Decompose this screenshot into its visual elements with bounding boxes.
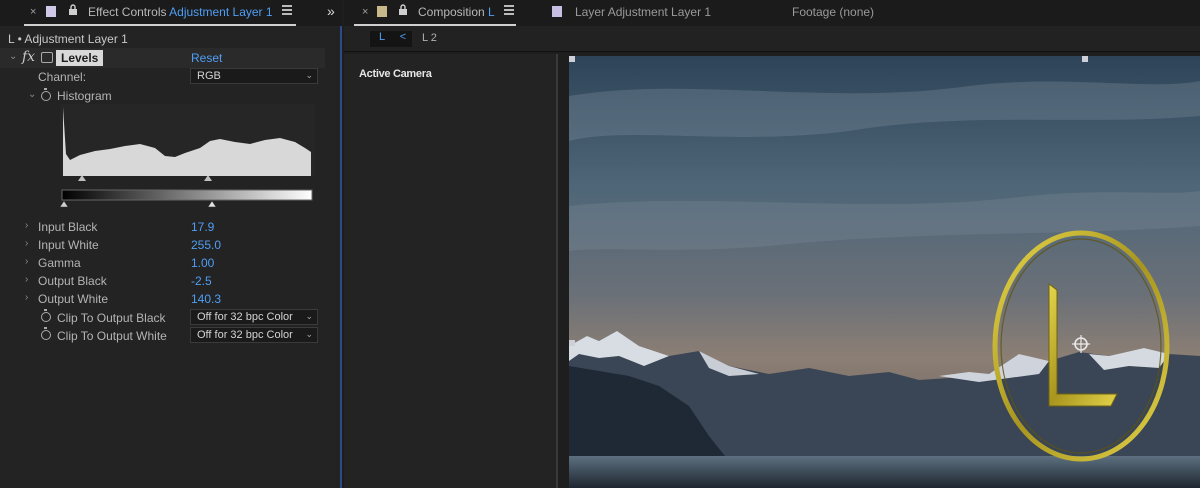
close-tab-icon[interactable]: ×	[30, 6, 36, 18]
histogram-graph[interactable]	[60, 104, 315, 210]
panel-overflow-icon[interactable]: »	[327, 3, 335, 19]
viewer-pasteboard: Active Camera	[344, 54, 556, 488]
flow-current-label: L	[379, 31, 385, 43]
tab-layer[interactable]: Layer Adjustment Layer 1	[575, 5, 711, 19]
clip-black-dropdown[interactable]: Off for 32 bpc Color ⌄	[190, 309, 318, 325]
param-row-output-black: › Output Black -2.5	[0, 272, 325, 290]
clip-black-label: Clip To Output Black	[57, 311, 166, 325]
tab-footage[interactable]: Footage (none)	[792, 5, 874, 19]
label-color-swatch[interactable]	[377, 6, 387, 17]
histogram-label: Histogram	[57, 89, 112, 103]
flow-current-comp[interactable]: L <	[370, 31, 412, 47]
layer-handle-left[interactable]	[569, 340, 575, 346]
clip-white-label: Clip To Output White	[57, 329, 167, 343]
param-label: Output White	[38, 292, 109, 306]
param-value[interactable]: 140.3	[191, 292, 221, 306]
chevron-right-icon[interactable]: ›	[25, 220, 28, 231]
histogram-row: ⌄ Histogram	[0, 87, 325, 105]
param-value[interactable]: -2.5	[191, 274, 212, 288]
chevron-right-icon[interactable]: ›	[25, 256, 28, 267]
lock-icon[interactable]	[68, 4, 78, 15]
chevron-right-icon[interactable]: ›	[25, 274, 28, 285]
chevron-left-icon: <	[399, 31, 407, 43]
tab-effect-controls[interactable]: Effect Controls Adjustment Layer 1	[88, 5, 273, 19]
comp-flow-bar: L < L 2	[344, 26, 1200, 52]
composition-panel: × Composition L Layer Adjustment Layer 1…	[344, 0, 1200, 488]
clip-black-value: Off for 32 bpc Color	[197, 311, 293, 323]
chevron-down-icon: ⌄	[305, 311, 313, 321]
channel-dropdown[interactable]: RGB ⌄	[190, 68, 318, 84]
clip-white-row: Clip To Output White Off for 32 bpc Colo…	[0, 327, 325, 345]
param-value[interactable]: 255.0	[191, 238, 221, 252]
close-tab-icon[interactable]: ×	[362, 6, 368, 18]
chevron-right-icon[interactable]: ›	[25, 238, 28, 249]
tab-title: Composition	[418, 5, 485, 19]
stopwatch-icon[interactable]	[41, 309, 51, 322]
param-row-output-white: › Output White 140.3	[0, 290, 325, 308]
layer-handle-top-left[interactable]	[569, 56, 575, 62]
chevron-down-icon: ⌄	[305, 329, 313, 339]
effect-preset-icon[interactable]	[41, 52, 53, 63]
tab-layer-name: Adjustment Layer 1	[169, 5, 273, 19]
param-row-input-white: › Input White 255.0	[0, 236, 325, 254]
flow-next-comp[interactable]: L 2	[422, 32, 437, 44]
param-row-input-black: › Input Black 17.9	[0, 218, 325, 236]
param-label: Input White	[38, 238, 99, 252]
output-black-marker	[60, 200, 69, 208]
chevron-down-icon[interactable]: ⌄	[28, 89, 36, 100]
layer-handle-top[interactable]	[1082, 56, 1088, 62]
panel-focus-border	[340, 0, 342, 488]
chevron-right-icon[interactable]: ›	[25, 292, 28, 303]
tab-comp-name: L	[488, 5, 495, 19]
stopwatch-icon[interactable]	[41, 88, 51, 101]
chevron-down-icon: ⌄	[305, 70, 313, 80]
param-value[interactable]: 1.00	[191, 256, 214, 270]
lock-icon[interactable]	[398, 4, 408, 15]
effect-name-levels[interactable]: Levels	[56, 50, 104, 66]
viewer-divider	[556, 54, 558, 488]
param-label: Input Black	[38, 220, 98, 234]
label-color-swatch[interactable]	[552, 6, 562, 17]
param-value[interactable]: 17.9	[191, 220, 214, 234]
active-camera-label: Active Camera	[359, 68, 432, 80]
channel-row: Channel: RGB ⌄	[0, 68, 325, 86]
panel-menu-icon[interactable]	[282, 5, 292, 17]
comp-viewer-canvas[interactable]	[569, 56, 1200, 488]
output-white-marker	[207, 200, 217, 208]
landscape-image	[569, 56, 1200, 488]
param-label: Gamma	[38, 256, 81, 270]
clip-white-dropdown[interactable]: Off for 32 bpc Color ⌄	[190, 327, 318, 343]
effect-controls-tabbar: × Effect Controls Adjustment Layer 1 »	[0, 0, 342, 26]
clip-white-value: Off for 32 bpc Color	[197, 329, 293, 341]
active-tab-underline	[24, 24, 296, 26]
chevron-down-icon[interactable]: ⌄	[9, 51, 17, 62]
reset-button[interactable]: Reset	[191, 51, 222, 65]
param-label: Output Black	[38, 274, 107, 288]
channel-label: Channel:	[38, 70, 87, 84]
composition-tabbar: × Composition L Layer Adjustment Layer 1…	[344, 0, 1200, 26]
channel-value: RGB	[197, 70, 221, 82]
clip-black-row: Clip To Output Black Off for 32 bpc Colo…	[0, 309, 325, 327]
effect-controls-panel: × Effect Controls Adjustment Layer 1 » L…	[0, 0, 342, 488]
tab-title: Effect Controls	[88, 5, 167, 19]
panel-menu-icon[interactable]	[504, 5, 514, 17]
label-color-swatch[interactable]	[46, 6, 56, 17]
tab-composition[interactable]: Composition L	[418, 5, 495, 19]
layer-header: L • Adjustment Layer 1	[8, 32, 128, 46]
fx-toggle-icon[interactable]: fx	[22, 49, 35, 65]
effect-row-levels[interactable]: ⌄ fx Levels Reset	[0, 48, 325, 68]
param-row-gamma: › Gamma 1.00	[0, 254, 325, 272]
stopwatch-icon[interactable]	[41, 327, 51, 340]
